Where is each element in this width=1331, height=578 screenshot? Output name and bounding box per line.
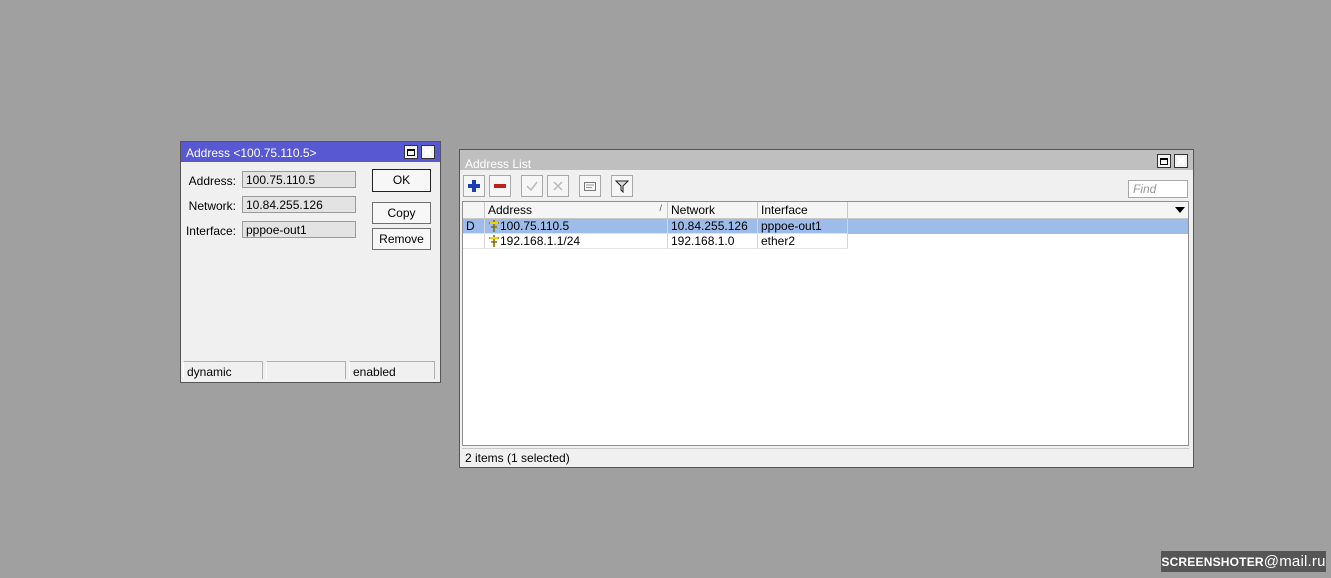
close-button[interactable]: ✕: [1174, 154, 1188, 168]
close-button[interactable]: ✕: [421, 145, 435, 159]
interface-column-header[interactable]: Interface: [758, 202, 848, 218]
address-header-label: Address: [488, 203, 533, 217]
close-icon: ✕: [1175, 154, 1187, 168]
table-header: Address / Network Interface: [463, 202, 1188, 219]
enable-button[interactable]: [521, 175, 543, 197]
comment-button[interactable]: [579, 175, 601, 197]
address-cell: 100.75.110.5: [485, 219, 668, 234]
maximize-button[interactable]: [404, 145, 418, 159]
column-menu-button[interactable]: [1172, 202, 1188, 218]
address-cell: 192.168.1.1/24: [485, 234, 668, 249]
address-label: Address:: [188, 174, 236, 188]
sort-icon: /: [659, 203, 662, 213]
address-icon: [489, 235, 499, 247]
network-column-header[interactable]: Network: [668, 202, 758, 218]
flag-cell: D: [463, 219, 485, 234]
address-value: 100.75.110.5: [500, 219, 570, 233]
watermark-at: @: [1263, 553, 1280, 570]
address-value: 192.168.1.1/24: [500, 234, 581, 248]
filter-button[interactable]: [611, 175, 633, 197]
interface-cell: ether2: [758, 234, 848, 249]
address-icon: [489, 220, 499, 232]
note-icon: [584, 182, 596, 191]
address-table: Address / Network Interface D 100.75.110…: [462, 201, 1189, 446]
maximize-icon: [1160, 157, 1168, 165]
table-row[interactable]: 192.168.1.1/24 192.168.1.0 ether2: [463, 234, 1188, 249]
interface-field[interactable]: pppoe-out1: [242, 221, 356, 238]
interface-label: Interface:: [185, 224, 236, 238]
network-field[interactable]: 10.84.255.126: [242, 196, 356, 213]
watermark-left: SCREENSHOTER: [1161, 555, 1264, 569]
interface-cell: pppoe-out1: [758, 219, 848, 234]
address-column-header[interactable]: Address /: [485, 202, 668, 218]
address-dialog: Address <100.75.110.5> ✕ Address: 100.75…: [180, 141, 441, 383]
maximize-button[interactable]: [1157, 154, 1171, 168]
disable-button[interactable]: [547, 175, 569, 197]
flag-column-header[interactable]: [463, 202, 485, 218]
flag-cell: [463, 234, 485, 249]
ok-button[interactable]: OK: [372, 169, 431, 192]
cross-icon: [553, 181, 563, 191]
status-enabled: enabled: [349, 361, 435, 379]
check-icon: [526, 181, 538, 192]
maximize-icon: [407, 148, 415, 156]
status-dynamic: dynamic: [183, 361, 263, 379]
list-status: 2 items (1 selected): [462, 448, 1189, 465]
find-input[interactable]: Find: [1128, 180, 1188, 198]
close-icon: ✕: [422, 145, 434, 159]
network-label: Network:: [188, 199, 236, 213]
watermark: SCREENSHOTER@mail.ru: [1161, 551, 1326, 572]
list-title: Address List: [465, 157, 532, 171]
network-cell: 192.168.1.0: [668, 234, 758, 249]
chevron-down-icon: [1175, 207, 1185, 213]
remove-button[interactable]: [489, 175, 511, 197]
list-titlebar[interactable]: Address List ✕: [460, 150, 1193, 171]
watermark-right: mail.ru: [1279, 553, 1326, 570]
copy-button[interactable]: Copy: [372, 202, 431, 224]
add-button[interactable]: [463, 175, 485, 197]
filter-icon: [615, 180, 629, 193]
network-cell: 10.84.255.126: [668, 219, 758, 234]
dialog-titlebar[interactable]: Address <100.75.110.5> ✕: [181, 142, 440, 162]
table-row[interactable]: D 100.75.110.5 10.84.255.126 pppoe-out1: [463, 219, 1188, 234]
status-empty: [266, 361, 346, 379]
minus-icon: [494, 184, 506, 188]
dialog-title: Address <100.75.110.5>: [186, 146, 317, 160]
remove-button[interactable]: Remove: [372, 228, 431, 250]
address-field[interactable]: 100.75.110.5: [242, 171, 356, 188]
address-list-window: Address List ✕ Find Address / Network In…: [459, 149, 1194, 468]
plus-icon: [468, 180, 480, 192]
